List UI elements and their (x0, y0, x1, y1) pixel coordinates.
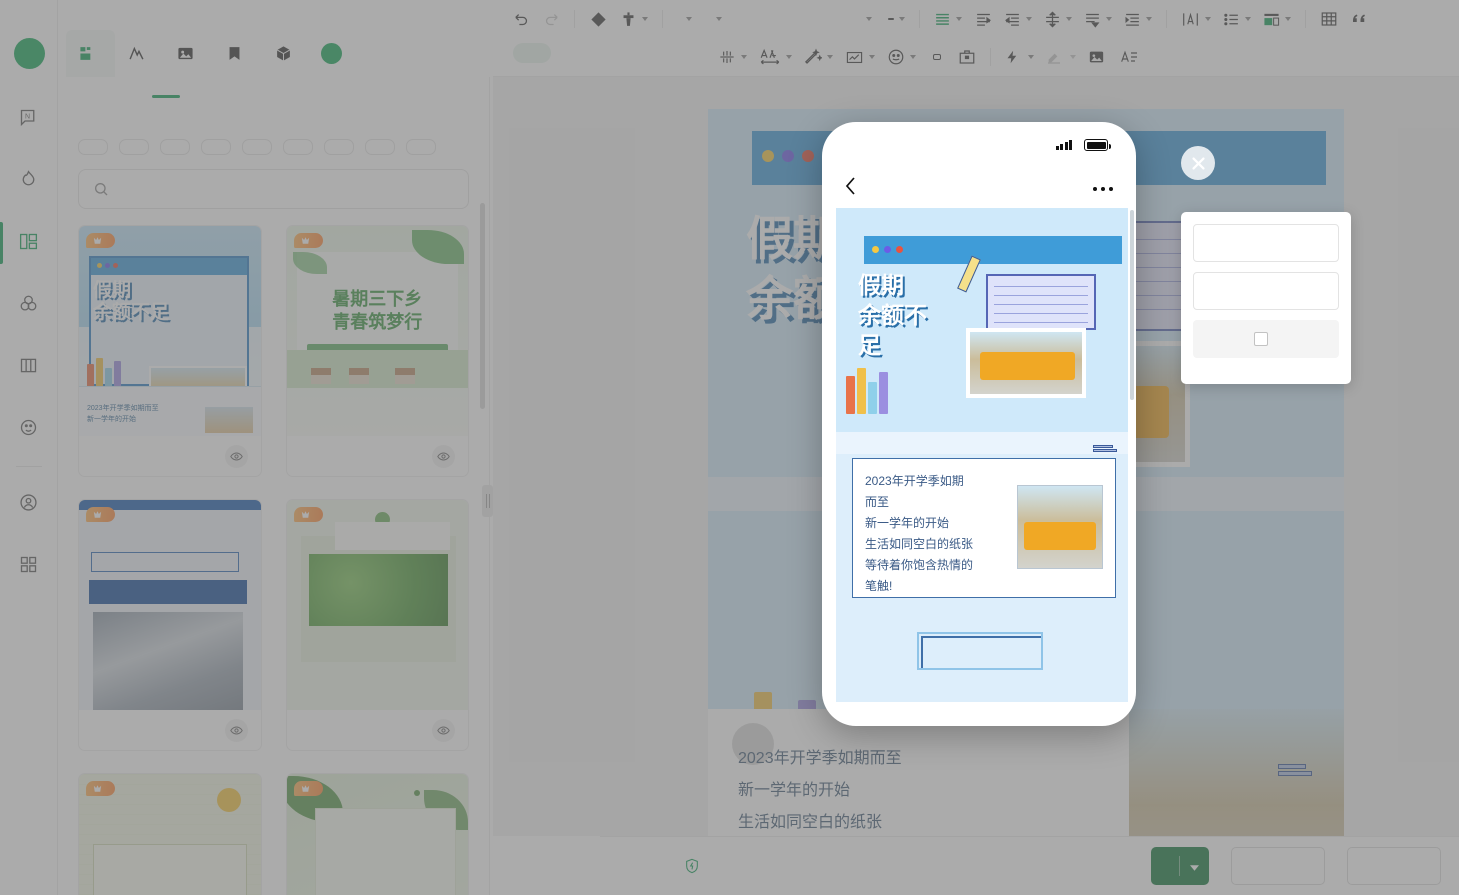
app-root: N (0, 0, 1459, 895)
phone-winter-tag (1087, 444, 1122, 452)
use-whole-set-button[interactable] (1193, 224, 1339, 262)
phone-strip (836, 432, 1128, 454)
template-use-menu (1181, 212, 1351, 384)
phone-scrollbar[interactable] (1130, 210, 1134, 400)
phone-card-photo (1017, 485, 1103, 569)
modal-scrim[interactable] (0, 0, 1459, 895)
signal-icon (1055, 140, 1072, 150)
battery-icon (1084, 139, 1111, 151)
chevron-left-icon (845, 176, 855, 195)
more-button[interactable] (1092, 179, 1114, 197)
checkbox-icon[interactable] (1254, 332, 1268, 346)
more-dots-icon (1093, 187, 1113, 191)
phone-status-bar (822, 122, 1136, 168)
close-icon (1191, 156, 1205, 170)
back-button[interactable] (844, 176, 857, 201)
use-separate-button[interactable] (1193, 272, 1339, 310)
phone-preview-modal: 假期 余额不足 2023年开学季如期 而至 新一学年的开始 生活如同空白的纸张 等待着你饱… (822, 122, 1136, 726)
phone-art-header (864, 236, 1122, 264)
phone-text-card: 2023年开学季如期 而至 新一学年的开始 生活如同空白的纸张 等待着你饱含热情的 笔触! (852, 458, 1116, 598)
book-icon (1093, 444, 1117, 452)
phone-card-text: 2023年开学季如期 而至 新一学年的开始 生活如同空白的纸张 等待着你饱含热情的 笔触! (861, 469, 985, 597)
phone-cta-button[interactable] (917, 632, 1043, 670)
phone-nav-bar (822, 168, 1136, 208)
phone-artwork: 假期 余额不足 (836, 208, 1128, 454)
phone-books (846, 368, 888, 414)
phone-art-title: 假期 余额不足 (858, 272, 927, 358)
phone-photo (966, 328, 1086, 398)
phone-status-right (1055, 139, 1111, 151)
close-preview-button[interactable] (1181, 146, 1215, 180)
phone-content[interactable]: 假期 余额不足 2023年开学季如期 而至 新一学年的开始 生活如同空白的纸张 等待着你饱… (836, 208, 1128, 702)
phone-notepad (986, 274, 1096, 330)
window-dots (872, 246, 903, 253)
dark-mode-toggle[interactable] (1193, 320, 1339, 358)
